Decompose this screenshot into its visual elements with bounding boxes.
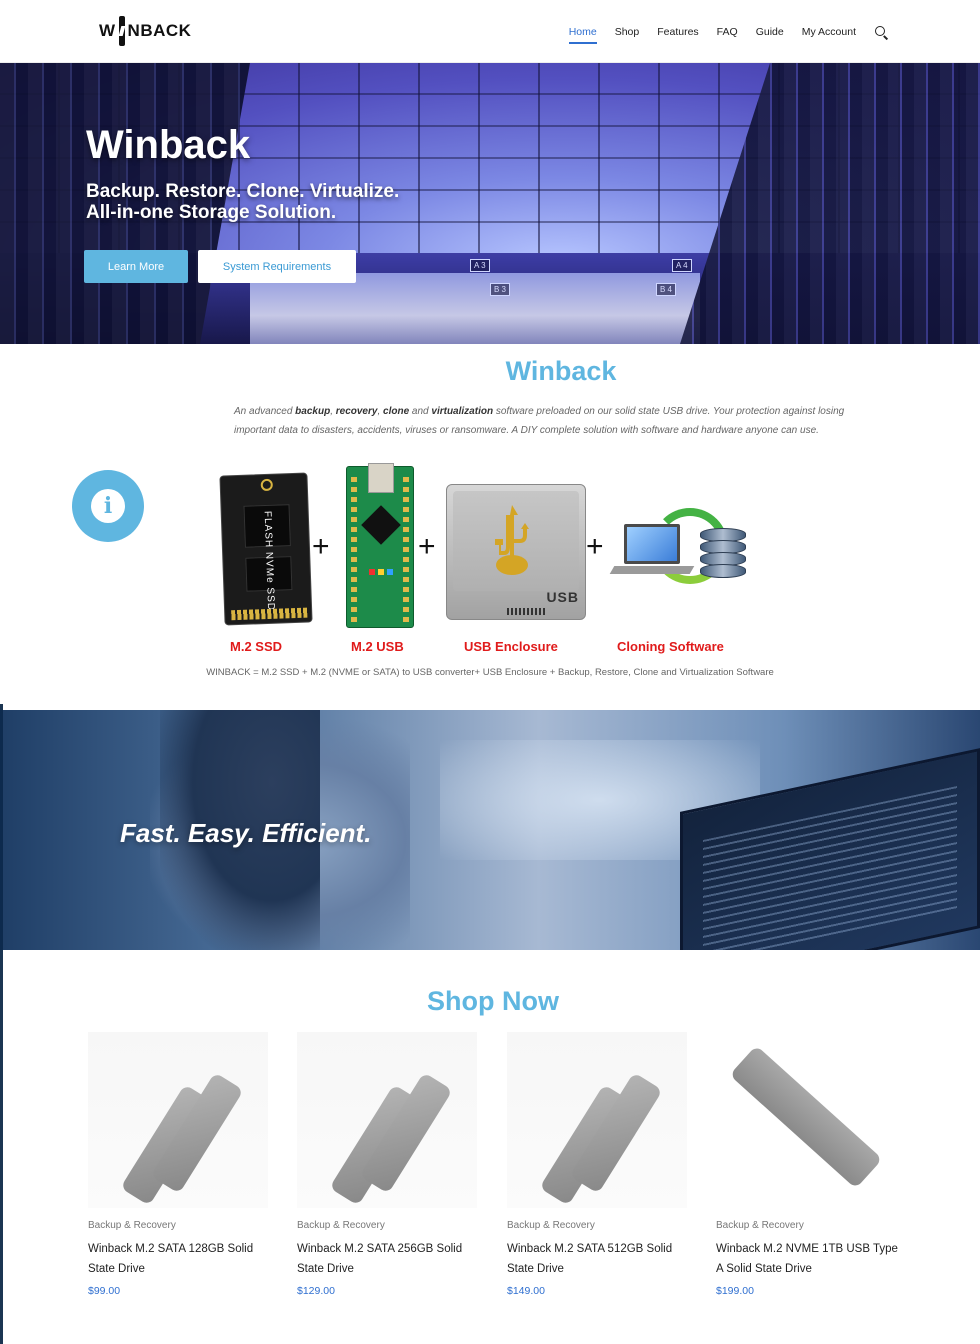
hero-subtitle-line: Backup. Restore. Clone. Virtualize. (86, 181, 400, 202)
nav-guide[interactable]: Guide (756, 20, 784, 44)
product-image[interactable] (88, 1032, 268, 1208)
laptop-screen (624, 524, 680, 564)
tagline-banner: Fast. Easy. Efficient. (0, 710, 980, 950)
monitor-lines (703, 786, 957, 950)
text-run: An advanced (234, 406, 296, 417)
product-image[interactable] (716, 1032, 896, 1208)
product-category[interactable]: Backup & Recovery (716, 1220, 900, 1231)
product-name[interactable]: Winback M.2 SATA 128GB Solid State Drive (88, 1239, 272, 1279)
learn-more-button[interactable]: Learn More (84, 250, 188, 283)
logo-w: W (99, 21, 116, 40)
text-bold: clone (383, 406, 410, 417)
winback-formula: WINBACK = M.2 SSD + M.2 (NVME or SATA) t… (206, 667, 774, 678)
hero-subtitle: Backup. Restore. Clone. Virtualize. All-… (86, 181, 399, 223)
aisle-sign: B 3 (490, 283, 511, 296)
product-name[interactable]: Winback M.2 SATA 512GB Solid State Drive (507, 1239, 691, 1279)
enclosure-vent (507, 608, 547, 615)
hero-floor (250, 273, 700, 344)
about-title: Winback (505, 356, 617, 386)
banner-tagline: Fast. Easy. Efficient. (120, 818, 372, 848)
component-label: M.2 USB (351, 639, 404, 654)
site-header: W NBACK Home Shop Features FAQ Guide My A… (0, 0, 980, 63)
product-card[interactable]: Backup & Recovery Winback M.2 NVME 1TB U… (716, 1032, 900, 1297)
connector-pins (231, 607, 308, 621)
product-card[interactable]: Backup & Recovery Winback M.2 SATA 256GB… (297, 1032, 481, 1297)
laptop-icon (609, 520, 695, 580)
banner-edge (0, 710, 3, 950)
component-label: USB Enclosure (464, 639, 558, 654)
aisle-sign: A 3 (470, 259, 490, 272)
product-category[interactable]: Backup & Recovery (88, 1220, 272, 1231)
product-price: $149.00 (507, 1285, 545, 1297)
usb-enclosure-image: USB (446, 484, 586, 620)
usb-connector (368, 463, 394, 493)
nav-features[interactable]: Features (657, 20, 698, 44)
header-pins (351, 477, 357, 622)
product-price: $199.00 (716, 1285, 754, 1297)
database-disk (700, 564, 746, 578)
m2-usb-board-image (346, 463, 414, 628)
nav-shop[interactable]: Shop (615, 20, 640, 44)
hero-title: Winback (86, 123, 251, 167)
aisle-sign: B 4 (656, 283, 677, 296)
main-nav: Home Shop Features FAQ Guide My Account (551, 0, 888, 63)
info-glyph: i (91, 489, 125, 523)
about-description: An advanced backup, recovery, clone and … (234, 402, 884, 440)
product-category[interactable]: Backup & Recovery (297, 1220, 481, 1231)
hero-section: A 3 B 3 A 4 B 4 Winback Backup. Restore.… (0, 63, 980, 344)
controller-ic (361, 505, 401, 545)
text-bold: virtualization (431, 406, 494, 417)
product-name[interactable]: Winback M.2 NVME 1TB USB Type A Solid St… (716, 1239, 900, 1279)
enclosure-label: USB (546, 589, 579, 605)
product-card[interactable]: Backup & Recovery Winback M.2 SATA 512GB… (507, 1032, 691, 1297)
hero-subtitle-line: All-in-one Storage Solution. (86, 202, 337, 223)
search-icon[interactable] (874, 25, 888, 39)
system-requirements-button[interactable]: System Requirements (198, 250, 356, 283)
info-icon: i (72, 470, 144, 542)
status-leds (369, 569, 393, 575)
database-icon (700, 528, 746, 580)
product-card[interactable]: Backup & Recovery Winback M.2 SATA 128GB… (88, 1032, 272, 1297)
product-image[interactable] (297, 1032, 477, 1208)
plus-sign: + (312, 530, 330, 563)
laptop-base (609, 566, 695, 574)
m2-ssd-image: FLASH NVMe SSD (219, 472, 313, 626)
component-label: M.2 SSD (230, 639, 283, 654)
product-image[interactable] (507, 1032, 687, 1208)
product-name[interactable]: Winback M.2 SATA 256GB Solid State Drive (297, 1239, 481, 1279)
logo-text: NBACK (127, 21, 192, 40)
product-price: $129.00 (297, 1285, 335, 1297)
text-bold: backup (295, 406, 331, 417)
nav-home[interactable]: Home (568, 20, 597, 44)
text-run: and (409, 406, 432, 417)
component-label: Cloning Software (617, 639, 724, 654)
plus-sign: + (586, 530, 604, 563)
usb-stick-logo-icon (117, 16, 127, 46)
nav-my-account[interactable]: My Account (802, 20, 856, 44)
nav-faq[interactable]: FAQ (717, 20, 738, 44)
shop-title: Shop Now (427, 986, 559, 1016)
usb-icon (495, 505, 529, 575)
site-logo[interactable]: W NBACK (99, 14, 191, 48)
product-category[interactable]: Backup & Recovery (507, 1220, 691, 1231)
product-price: $99.00 (88, 1285, 121, 1297)
drive-image (729, 1045, 883, 1189)
screw-hole (260, 478, 273, 492)
plus-sign: + (418, 530, 436, 563)
header-pins (403, 477, 409, 622)
aisle-sign: A 4 (672, 259, 692, 272)
text-bold: recovery (335, 406, 378, 417)
